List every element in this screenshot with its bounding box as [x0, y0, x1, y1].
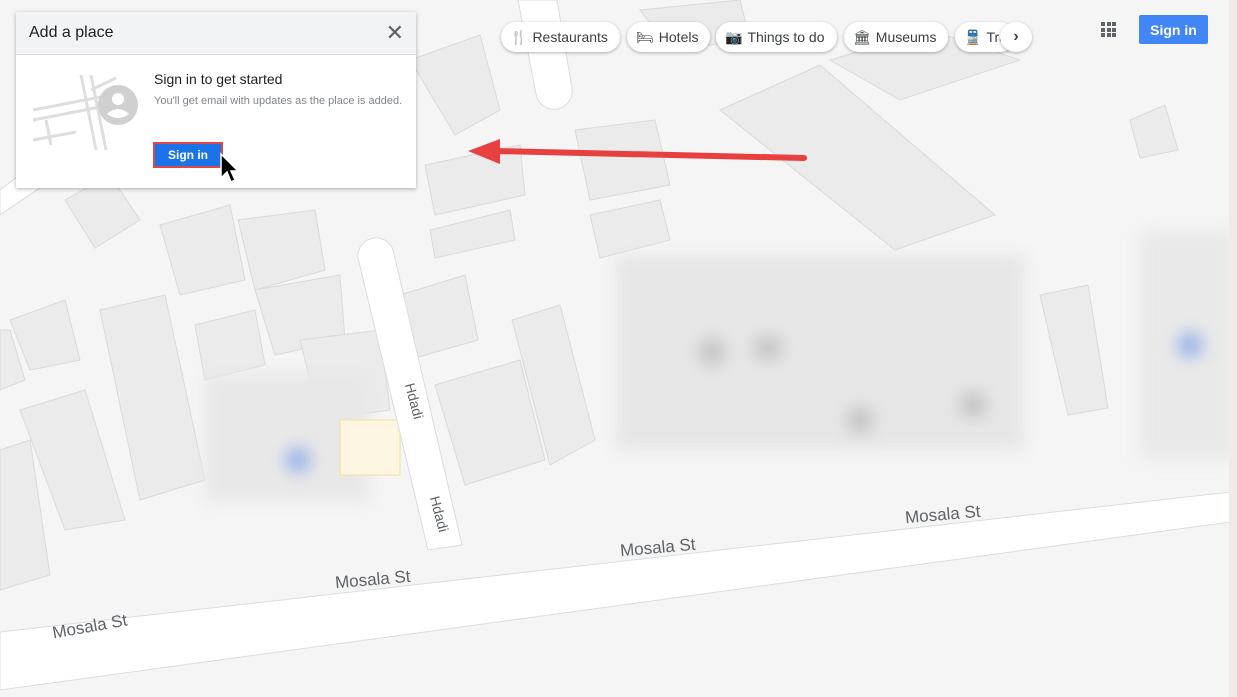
apps-grid-icon[interactable]	[1101, 22, 1116, 37]
museum-icon: 🏛	[853, 28, 871, 45]
fork-knife-icon: 🍴	[510, 28, 528, 45]
add-place-panel: Add a place ✕ Sign in to get started You…	[16, 12, 416, 188]
chip-label: Restaurants	[532, 29, 608, 45]
panel-title: Add a place	[29, 24, 114, 41]
camera-icon: 📷	[725, 28, 743, 45]
chips-next-button[interactable]: ›	[1000, 22, 1032, 52]
chip-restaurants[interactable]: 🍴 Restaurants	[501, 22, 620, 52]
mouse-cursor-icon	[220, 152, 239, 184]
close-icon[interactable]: ✕	[386, 22, 404, 44]
panel-heading: Sign in to get started	[154, 71, 283, 87]
panel-description: You'll get email with updates as the pla…	[154, 95, 403, 107]
chip-label: Things to do	[747, 29, 825, 45]
chip-museums[interactable]: 🏛 Museums	[844, 22, 948, 52]
chip-label: Hotels	[658, 29, 699, 45]
map-person-illustration	[32, 74, 138, 151]
chip-hotels[interactable]: 🛏 Hotels	[627, 22, 710, 52]
train-icon: 🚆	[964, 28, 982, 45]
panel-header: Add a place ✕	[16, 12, 416, 55]
bed-icon: 🛏	[636, 28, 654, 45]
chip-things-to-do[interactable]: 📷 Things to do	[716, 22, 837, 52]
chevron-right-icon: ›	[1013, 28, 1019, 45]
chip-label: Museums	[875, 29, 937, 45]
panel-sign-in-button[interactable]: Sign in	[153, 142, 223, 168]
header-sign-in-button[interactable]: Sign in	[1139, 15, 1208, 44]
